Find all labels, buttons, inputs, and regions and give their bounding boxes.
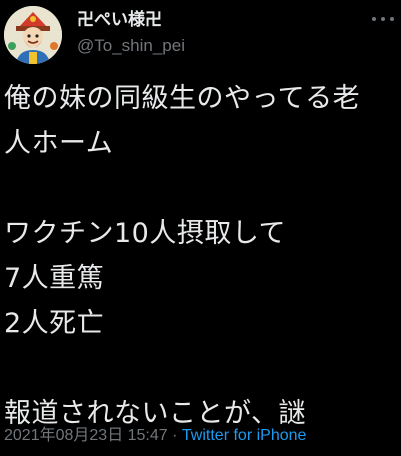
- tweet-line: 人ホーム: [4, 128, 114, 159]
- avatar-illustration: [4, 6, 62, 64]
- tweet-source-link[interactable]: Twitter for iPhone: [182, 427, 307, 444]
- tweet-header: 卍ぺい様卍 @To_shin_pei: [4, 6, 394, 66]
- more-horizontal-icon[interactable]: [372, 14, 394, 24]
- tweet-line: 俺の妹の同級生のやってる老: [4, 83, 361, 114]
- tweet-line: ワクチン10人摂取して: [4, 218, 287, 249]
- more-dot: [381, 17, 385, 21]
- tweet-text: 俺の妹の同級生のやってる老 人ホーム ワクチン10人摂取して 7人重篤 2人死亡…: [4, 76, 399, 436]
- more-dot: [390, 17, 394, 21]
- display-name[interactable]: 卍ぺい様卍: [77, 9, 185, 31]
- tweet-line: 7人重篤: [4, 263, 105, 294]
- tweet-meta: 2021年08月23日 15:47 · Twitter for iPhone: [4, 425, 306, 447]
- user-handle[interactable]: @To_shin_pei: [77, 35, 185, 57]
- more-dot: [372, 17, 376, 21]
- tweet-timestamp[interactable]: 2021年08月23日 15:47: [4, 427, 168, 444]
- user-names: 卍ぺい様卍 @To_shin_pei: [77, 9, 185, 57]
- meta-separator: ·: [167, 427, 182, 444]
- tweet-line: 2人死亡: [4, 308, 105, 339]
- tweet: 卍ぺい様卍 @To_shin_pei 俺の妹の同級生のやってる老 人ホーム ワク…: [0, 0, 401, 456]
- avatar[interactable]: [4, 6, 62, 64]
